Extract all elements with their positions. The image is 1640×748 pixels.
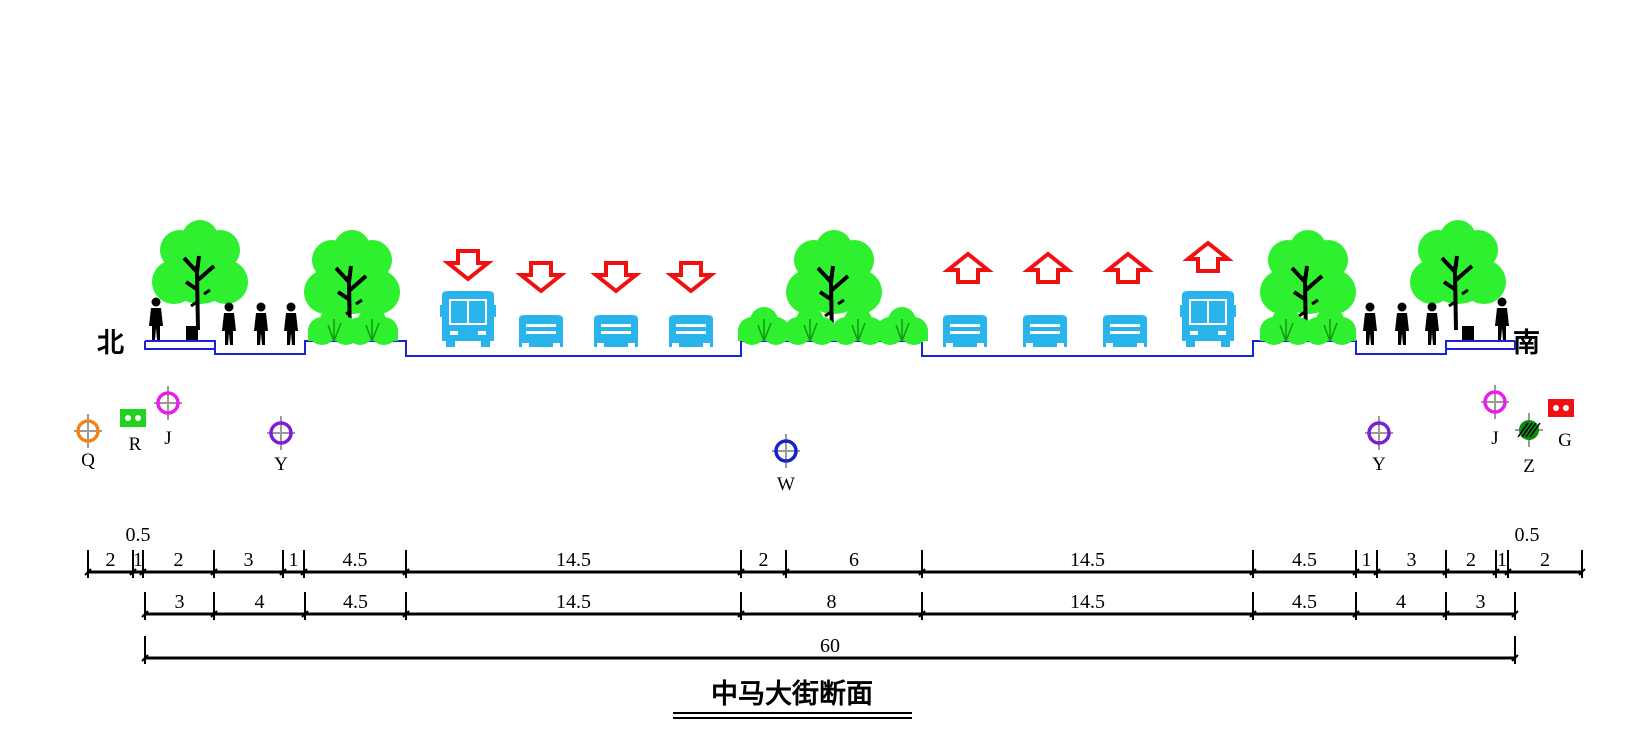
dimension-value: 3 <box>244 549 254 571</box>
dimension-value: 2 <box>1466 549 1476 571</box>
dimension-value: 4 <box>255 591 265 613</box>
pipeline-code-label: G <box>1558 430 1572 451</box>
pedestrian-icon <box>149 297 163 340</box>
dimension-value: 4 <box>1396 591 1406 613</box>
arrow-down-icon <box>669 261 713 293</box>
pedestrian-icon <box>284 302 298 345</box>
q-pipeline-marker: Q <box>74 414 102 471</box>
pipe-box-icon <box>1548 399 1574 417</box>
j-pipeline-marker: J <box>154 386 182 449</box>
pipe-circle-icon <box>1481 385 1509 419</box>
dimension-value: 6 <box>849 549 859 571</box>
arrow-up-icon <box>1026 252 1070 284</box>
south-label: 南 <box>1513 328 1540 359</box>
dimension-value: 3 <box>1407 549 1417 571</box>
arrow-down-icon <box>519 261 563 293</box>
road-cross-section-drawing: 北 南 Q R J Y W Y J Z G 2 1 2 3 1 4.5 14.5 2 6 14… <box>74 218 1586 719</box>
g-pipeline-marker: G <box>1548 399 1574 451</box>
arrow-up-icon <box>1106 252 1150 284</box>
pedestrian-icon <box>1363 302 1377 345</box>
bus-icon <box>1180 291 1236 347</box>
dimension-value: 2 <box>174 549 184 571</box>
dimension-value: 14.5 <box>1070 549 1105 571</box>
dimension-value: 8 <box>827 591 837 613</box>
car-icon <box>1103 315 1147 347</box>
dimension-row: 60 <box>141 635 1519 664</box>
car-icon <box>669 315 713 347</box>
pipeline-code-label: R <box>129 434 142 455</box>
tree-icon <box>1408 218 1508 332</box>
pipeline-markers: Q R J Y W Y J Z G <box>74 385 1574 495</box>
pipe-circle-icon <box>267 416 295 450</box>
section-title: 中马大街断面 <box>711 679 873 710</box>
dimension-value: 1 <box>1362 549 1372 571</box>
pipe-hatched-icon <box>1515 413 1543 447</box>
r-pipeline-marker: R <box>120 409 146 455</box>
pipeline-code-label: Z <box>1523 456 1535 477</box>
dimension-value: 2 <box>1540 549 1550 571</box>
dimension-value: 14.5 <box>1070 591 1105 613</box>
arrow-up-icon <box>946 252 990 284</box>
dimension-value: 14.5 <box>556 591 591 613</box>
dimension-value: 14.5 <box>556 549 591 571</box>
pedestrian-icon <box>1425 302 1439 345</box>
pipe-box-icon <box>120 409 146 427</box>
pedestrian-icon <box>254 302 268 345</box>
car-icon <box>519 315 563 347</box>
dimension-value: 4.5 <box>343 591 368 613</box>
dimension-value: 60 <box>820 635 840 657</box>
car-icon <box>1023 315 1067 347</box>
z-pipeline-marker: Z <box>1515 413 1543 477</box>
y-pipeline-marker: Y <box>1365 416 1393 475</box>
y-pipeline-marker: Y <box>267 416 295 475</box>
dimension-value: 0.5 <box>1515 524 1540 546</box>
dimension-value: 4.5 <box>1292 591 1317 613</box>
dimension-value: 1 <box>289 549 299 571</box>
arrow-up-icon <box>1186 241 1230 273</box>
dimension-value: 2 <box>759 549 769 571</box>
pipeline-code-label: J <box>164 428 171 449</box>
dimension-value: 3 <box>1476 591 1486 613</box>
dimension-value: 3 <box>175 591 185 613</box>
pipe-circle-icon <box>74 414 102 448</box>
pedestrian-icon <box>222 302 236 345</box>
pipe-circle-icon <box>1365 416 1393 450</box>
dimension-value: 1 <box>1497 549 1507 571</box>
arrow-down-icon <box>594 261 638 293</box>
shrub-icon <box>875 306 929 346</box>
north-label: 北 <box>97 328 124 359</box>
pipeline-code-label: Y <box>274 454 288 475</box>
j-pipeline-marker: J <box>1481 385 1509 449</box>
dimension-row: 3 4 4.5 14.5 8 14.5 4.5 4 3 <box>141 591 1519 620</box>
dimension-value: 0.5 <box>126 524 151 546</box>
shrub-icon <box>737 306 791 346</box>
pedestrian-icon <box>1395 302 1409 345</box>
pipeline-code-label: J <box>1491 428 1498 449</box>
pedestrian-icon <box>1495 297 1509 340</box>
dimension-lines: 2 1 2 3 1 4.5 14.5 2 6 14.5 4.5 1 3 2 1 23 4 4.5 14.5 8 14.5… <box>84 524 1586 664</box>
car-icon <box>594 315 638 347</box>
arrow-down-icon <box>446 249 490 281</box>
dimension-value: 4.5 <box>1292 549 1317 571</box>
bus-icon <box>440 291 496 347</box>
pipeline-code-label: Y <box>1372 454 1386 475</box>
car-icon <box>943 315 987 347</box>
bench-icon <box>186 326 198 340</box>
dimension-value: 1 <box>133 549 143 571</box>
pipe-circle-icon <box>154 386 182 420</box>
w-pipeline-marker: W <box>772 434 800 495</box>
pipeline-code-label: Q <box>81 450 95 471</box>
pipeline-code-label: W <box>777 474 795 495</box>
bench-icon <box>1462 326 1474 340</box>
dimension-value: 2 <box>106 549 116 571</box>
dimension-value: 4.5 <box>343 549 368 571</box>
pipe-circle-icon <box>772 434 800 468</box>
dimension-row: 2 1 2 3 1 4.5 14.5 2 6 14.5 4.5 1 3 2 1 2 <box>84 549 1586 578</box>
